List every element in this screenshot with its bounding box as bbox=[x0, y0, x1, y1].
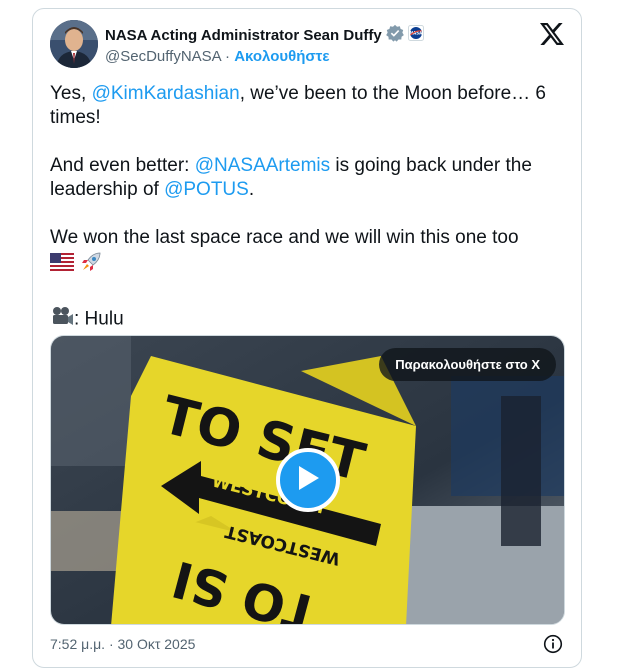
tweet-paragraph-2: And even better: @NASAArtemis is going b… bbox=[50, 154, 560, 202]
text-segment: Yes, bbox=[50, 83, 92, 104]
text-segment: . bbox=[248, 179, 255, 200]
avatar[interactable] bbox=[50, 20, 98, 68]
timestamp[interactable]: 7:52 μ.μ. · 30 Οκτ 2025 bbox=[50, 636, 195, 652]
mention-potus[interactable]: @POTUS bbox=[164, 179, 249, 200]
mention-nasaartemis[interactable]: @NASAArtemis bbox=[195, 155, 330, 176]
tweet-paragraph-4: : Hulu bbox=[50, 305, 560, 334]
verified-icon bbox=[385, 24, 404, 46]
author-name-row: NASA Acting Administrator Sean Duffy NAS… bbox=[105, 24, 424, 46]
author-handle[interactable]: @SecDuffyNASA bbox=[105, 48, 221, 65]
text-segment: And even better: bbox=[50, 155, 195, 176]
rocket-icon bbox=[79, 250, 103, 281]
tweet-paragraph-3: We won the last space race and we will w… bbox=[50, 226, 560, 281]
text-segment: : Hulu bbox=[74, 308, 124, 330]
tweet-paragraph-1: Yes, @KimKardashian, we’ve been to the M… bbox=[50, 82, 560, 130]
video-player[interactable]: TO SET WESTCOAST WESTCOAST TO SI Παρακολ… bbox=[50, 335, 565, 625]
tweet-text: Yes, @KimKardashian, we’ve been to the M… bbox=[50, 82, 560, 334]
tweet-card: NASA Acting Administrator Sean Duffy NAS… bbox=[32, 8, 582, 668]
text-segment: We won the last space race and we will w… bbox=[50, 227, 519, 248]
handle-row: @SecDuffyNASA · Ακολουθήστε bbox=[105, 48, 329, 65]
movie-camera-icon bbox=[50, 305, 74, 334]
play-button[interactable] bbox=[276, 448, 340, 512]
follow-button[interactable]: Ακολουθήστε bbox=[234, 48, 329, 65]
info-icon[interactable] bbox=[543, 634, 563, 654]
x-logo-icon[interactable] bbox=[540, 23, 564, 45]
watch-on-x-button[interactable]: Παρακολουθήστε στο X bbox=[379, 348, 556, 381]
author-name[interactable]: NASA Acting Administrator Sean Duffy bbox=[105, 27, 382, 44]
us-flag-icon bbox=[50, 253, 74, 278]
nasa-logo-icon: NASA bbox=[407, 25, 424, 45]
mention-kimkardashian[interactable]: @KimKardashian bbox=[92, 83, 240, 104]
play-icon bbox=[295, 464, 321, 497]
separator: · bbox=[225, 48, 231, 65]
